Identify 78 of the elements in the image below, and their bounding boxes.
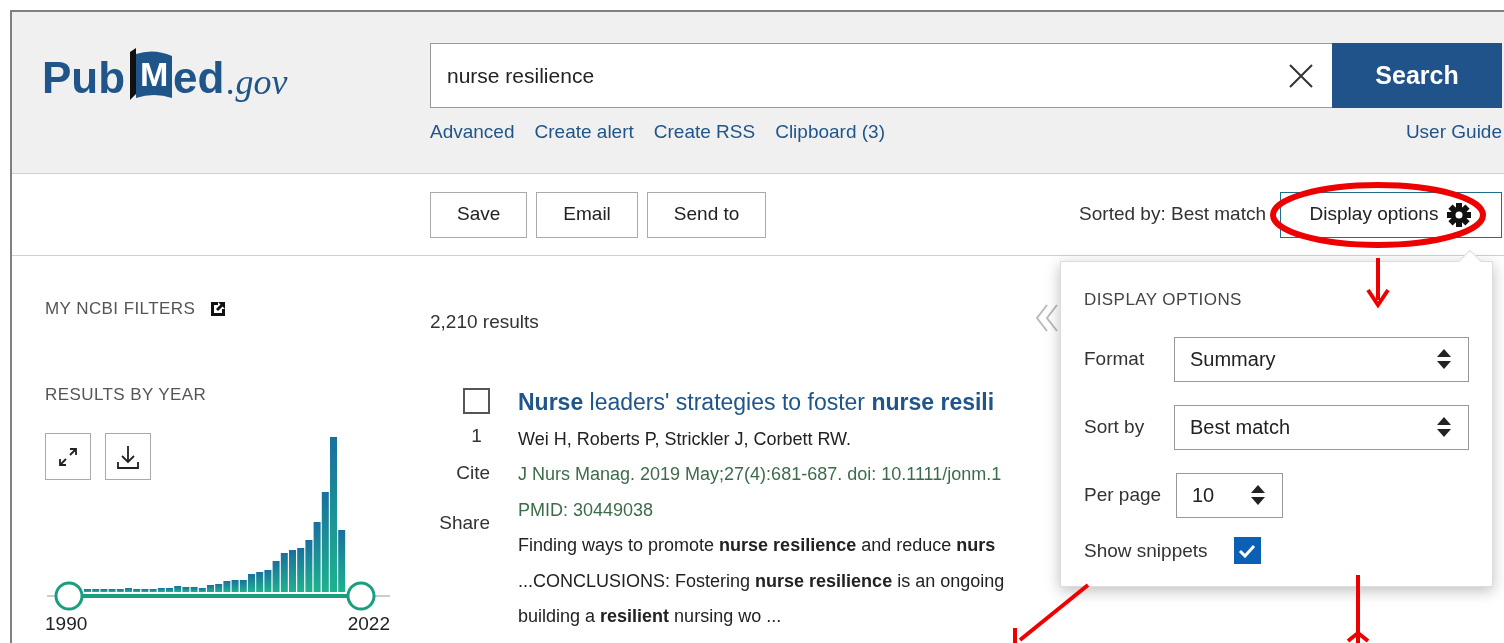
double-chevron-icon[interactable] xyxy=(1035,303,1059,333)
field-label: Sort by xyxy=(1084,414,1146,439)
action-button[interactable]: Send to xyxy=(646,191,767,238)
histogram-bar[interactable] xyxy=(190,587,198,592)
pmid-text: PMID: 30449038 xyxy=(518,498,655,522)
histogram-bar[interactable] xyxy=(198,588,206,592)
year-label: 2022 xyxy=(347,612,390,636)
histogram-bar[interactable] xyxy=(141,589,149,592)
select-dropdown[interactable]: Best match xyxy=(1174,404,1469,450)
download-icon[interactable] xyxy=(105,433,151,480)
range-slider-handle[interactable] xyxy=(346,581,376,611)
snippet-text: ...CONCLUSIONS: Fostering nurse resilience is an ongoing xyxy=(518,569,1005,593)
sort-arrows-icon xyxy=(1436,416,1452,438)
histogram-bar[interactable] xyxy=(116,589,124,592)
search-option-link[interactable]: Advanced xyxy=(430,118,515,147)
histogram-bar[interactable] xyxy=(223,581,231,592)
field-label: Per page xyxy=(1084,482,1163,507)
snippet-text: building a resilient nursing wo ... xyxy=(518,605,783,628)
histogram-bar[interactable] xyxy=(330,437,337,592)
search-option-link[interactable]: Create RSS xyxy=(653,118,756,147)
histogram-bar[interactable] xyxy=(305,540,313,592)
histogram-bar[interactable] xyxy=(321,492,329,592)
histogram-bar[interactable] xyxy=(149,589,157,592)
histogram-bar[interactable] xyxy=(182,587,190,592)
select-dropdown[interactable]: Summary xyxy=(1174,336,1469,382)
search-option-link[interactable]: Clipboard (3) xyxy=(775,118,885,147)
article-title-link[interactable]: Nurse leaders' strategies to foster nurse resili xyxy=(518,386,1005,417)
histogram-bar[interactable] xyxy=(207,585,214,592)
search-button[interactable]: Search xyxy=(1332,43,1502,108)
action-button[interactable]: Save xyxy=(430,191,528,238)
histogram-bar[interactable] xyxy=(256,572,264,592)
histogram-bar[interactable] xyxy=(100,589,108,592)
histogram-bar[interactable] xyxy=(248,574,255,592)
gear-icon xyxy=(1446,201,1473,228)
results-by-year-heading: RESULTS BY YEAR xyxy=(45,383,208,406)
results-count: 2,210 results xyxy=(430,310,539,334)
histogram-bar[interactable] xyxy=(157,588,165,592)
sort-arrows-icon xyxy=(1436,348,1452,370)
field-label: Format xyxy=(1084,346,1146,371)
expand-icon[interactable] xyxy=(45,433,91,480)
histogram-bar[interactable] xyxy=(215,584,223,592)
checkmark-icon xyxy=(1238,543,1257,558)
search-option-link[interactable]: Create alert xyxy=(534,118,634,147)
citation-text: J Nurs Manag. 2019 May;27(4):681-687. doi: 10.1111/jonm.1 xyxy=(518,463,1003,486)
histogram-bar[interactable] xyxy=(297,548,305,592)
action-button[interactable]: Email xyxy=(536,191,638,238)
user-guide-link[interactable]: User Guide xyxy=(1405,118,1502,147)
field-label: Show snippets xyxy=(1084,538,1208,563)
histogram-bar[interactable] xyxy=(272,561,280,592)
author-list: Wei H, Roberts P, Strickler J, Corbett RW. xyxy=(518,421,1005,457)
display-options-button[interactable]: Display options xyxy=(1280,191,1502,238)
sort-arrows-icon xyxy=(1250,484,1266,506)
sort-status: Sorted by: Best match xyxy=(1079,202,1266,227)
select-dropdown[interactable]: 10 xyxy=(1176,472,1283,518)
year-label: 1990 xyxy=(45,612,88,636)
popover-heading: DISPLAY OPTIONS xyxy=(1084,289,1243,311)
histogram-bar[interactable] xyxy=(264,570,272,592)
external-link-icon[interactable] xyxy=(209,299,228,318)
snippet-text: Finding ways to promote nurse resilience and reduce nurs xyxy=(518,534,997,557)
annotation-arrow xyxy=(1366,258,1390,309)
histogram-bar[interactable] xyxy=(92,589,100,592)
filters-heading: MY NCBI FILTERS xyxy=(45,298,196,320)
histogram-bar[interactable] xyxy=(280,553,288,592)
result-action-link[interactable]: Cite xyxy=(456,457,490,488)
result-number: 1 xyxy=(471,423,482,448)
histogram-bar[interactable] xyxy=(313,522,321,592)
result-action-link[interactable]: Share xyxy=(439,507,490,538)
histogram-bar[interactable] xyxy=(231,580,239,592)
histogram-bar[interactable] xyxy=(239,580,247,592)
histogram-bar[interactable] xyxy=(174,586,182,592)
range-slider-handle[interactable] xyxy=(54,581,84,611)
histogram-bar[interactable] xyxy=(108,589,116,592)
show-snippets-checkbox[interactable] xyxy=(1233,537,1261,565)
annotation-arrow xyxy=(1346,575,1370,643)
histogram-bar[interactable] xyxy=(289,550,296,592)
result-checkbox[interactable] xyxy=(463,387,490,414)
histogram-bar[interactable] xyxy=(338,530,346,592)
histogram-bar[interactable] xyxy=(133,589,141,592)
